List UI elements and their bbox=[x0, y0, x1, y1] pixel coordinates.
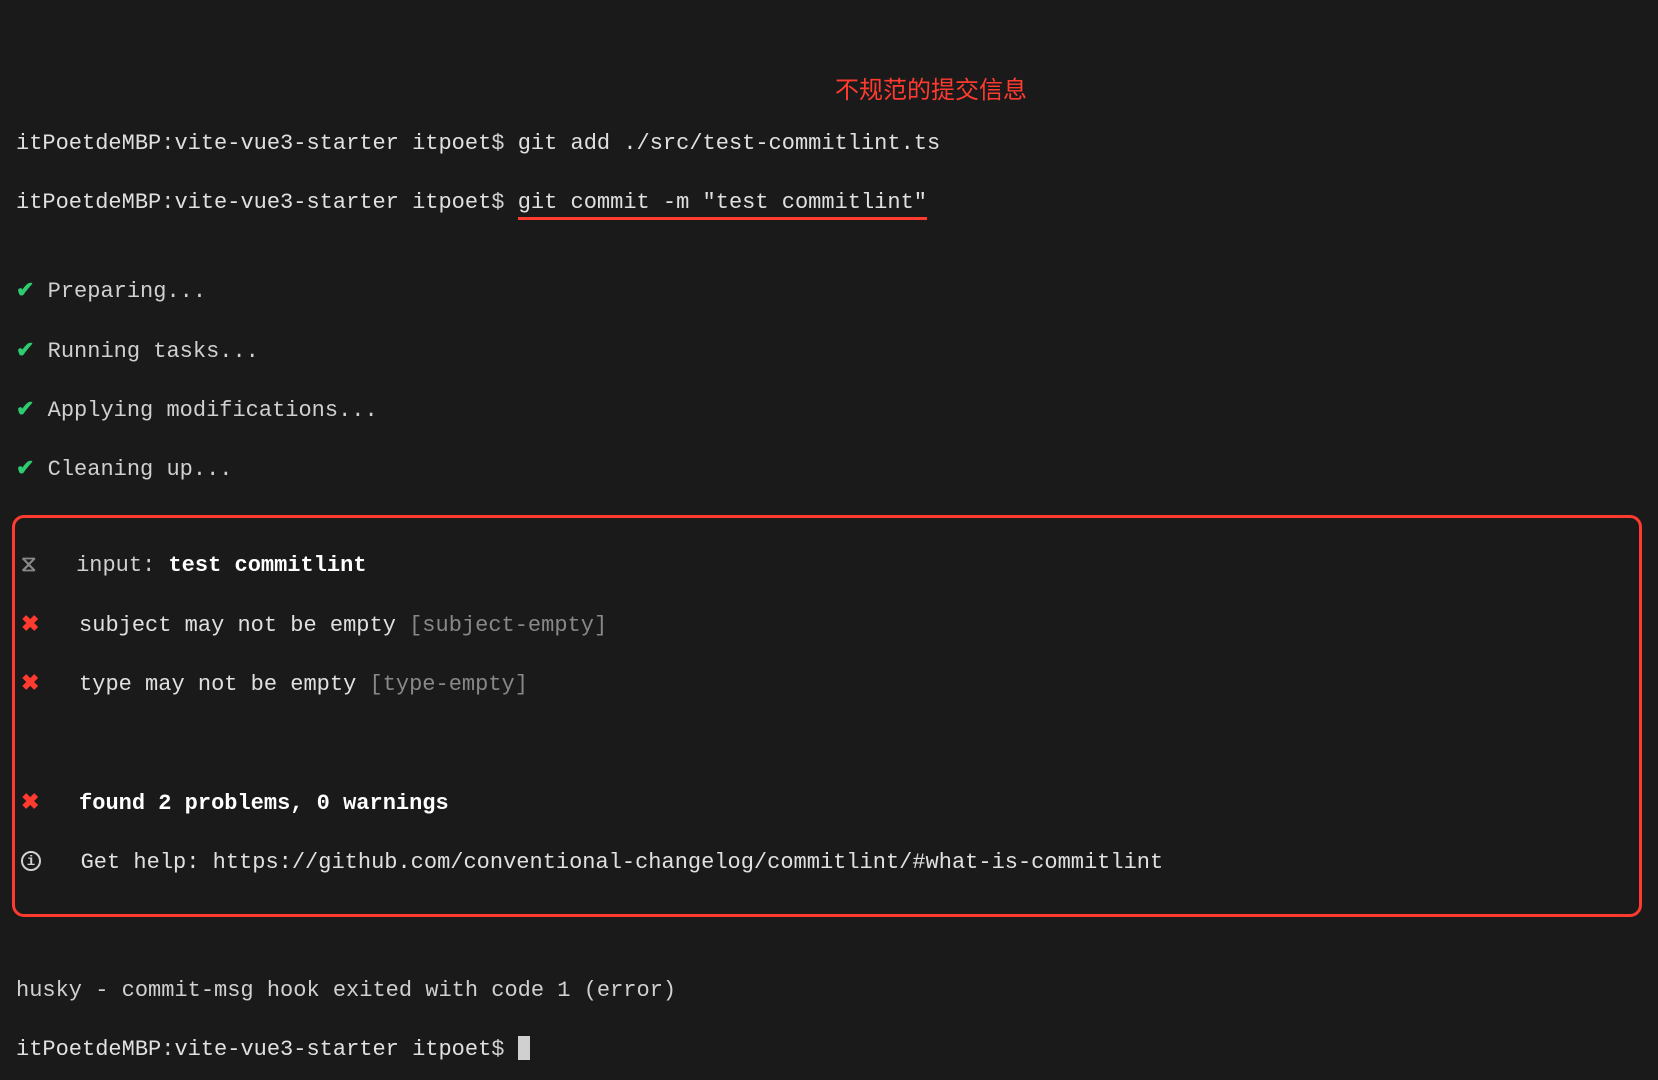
task-line-preparing: ✔ Preparing... bbox=[16, 277, 1642, 307]
neutral-icon: ⧖ bbox=[21, 553, 36, 578]
info-icon: i bbox=[21, 851, 41, 871]
prompt-user: itpoet bbox=[412, 190, 491, 215]
husky-error: husky - commit-msg hook exited with code… bbox=[16, 976, 1642, 1006]
cursor[interactable] bbox=[518, 1036, 530, 1060]
prompt-host: itPoetdeMBP bbox=[16, 190, 161, 215]
commitlint-error-box: ⧖ input: test commitlint ✖ subject may n… bbox=[12, 515, 1642, 917]
task-label: Applying modifications... bbox=[48, 398, 378, 423]
annotation-text: 不规范的提交信息 bbox=[835, 75, 1027, 107]
commitlint-summary: ✖ found 2 problems, 0 warnings bbox=[21, 789, 1633, 819]
cross-icon: ✖ bbox=[21, 791, 39, 816]
task-label: Running tasks... bbox=[48, 339, 259, 364]
task-line-running: ✔ Running tasks... bbox=[16, 337, 1642, 367]
task-line-cleaning: ✔ Cleaning up... bbox=[16, 455, 1642, 485]
commitlint-help: i Get help: https://github.com/conventio… bbox=[21, 848, 1633, 878]
git-add-command: git add ./src/test-commitlint.ts bbox=[518, 131, 940, 156]
input-label: input: bbox=[76, 553, 155, 578]
check-icon: ✔ bbox=[16, 279, 34, 304]
error-message: type may not be empty bbox=[79, 672, 356, 697]
prompt-user: itpoet bbox=[412, 131, 491, 156]
task-label: Cleaning up... bbox=[48, 457, 233, 482]
error-rule: [type-empty] bbox=[370, 672, 528, 697]
commitlint-error-1: ✖ subject may not be empty [subject-empt… bbox=[21, 611, 1633, 641]
check-icon: ✔ bbox=[16, 457, 34, 482]
error-rule: [subject-empty] bbox=[409, 613, 607, 638]
prompt-path: vite-vue3-starter bbox=[174, 1037, 398, 1062]
blank-line bbox=[21, 730, 1633, 760]
help-label: Get help: bbox=[81, 850, 200, 875]
prompt-host: itPoetdeMBP bbox=[16, 1037, 161, 1062]
commitlint-input-line: ⧖ input: test commitlint bbox=[21, 551, 1633, 581]
prompt-host: itPoetdeMBP bbox=[16, 131, 161, 156]
input-value: test commitlint bbox=[168, 553, 366, 578]
task-line-applying: ✔ Applying modifications... bbox=[16, 396, 1642, 426]
check-icon: ✔ bbox=[16, 398, 34, 423]
blank-line bbox=[16, 917, 1642, 947]
prompt-path: vite-vue3-starter bbox=[174, 131, 398, 156]
prompt-path: vite-vue3-starter bbox=[174, 190, 398, 215]
help-url: https://github.com/conventional-changelo… bbox=[213, 850, 1164, 875]
commitlint-error-2: ✖ type may not be empty [type-empty] bbox=[21, 670, 1633, 700]
prompt-user: itpoet bbox=[412, 1037, 491, 1062]
error-message: subject may not be empty bbox=[79, 613, 396, 638]
summary-text: found 2 problems, 0 warnings bbox=[79, 791, 449, 816]
check-icon: ✔ bbox=[16, 339, 34, 364]
terminal-line-1: itPoetdeMBP:vite-vue3-starter itpoet$ gi… bbox=[16, 129, 1642, 159]
cross-icon: ✖ bbox=[21, 613, 39, 638]
terminal-line-last: itPoetdeMBP:vite-vue3-starter itpoet$ bbox=[16, 1035, 1642, 1065]
git-commit-command: git commit -m "test commitlint" bbox=[518, 190, 927, 220]
task-label: Preparing... bbox=[48, 279, 206, 304]
terminal-line-2: itPoetdeMBP:vite-vue3-starter itpoet$ gi… bbox=[16, 188, 1642, 218]
cross-icon: ✖ bbox=[21, 672, 39, 697]
